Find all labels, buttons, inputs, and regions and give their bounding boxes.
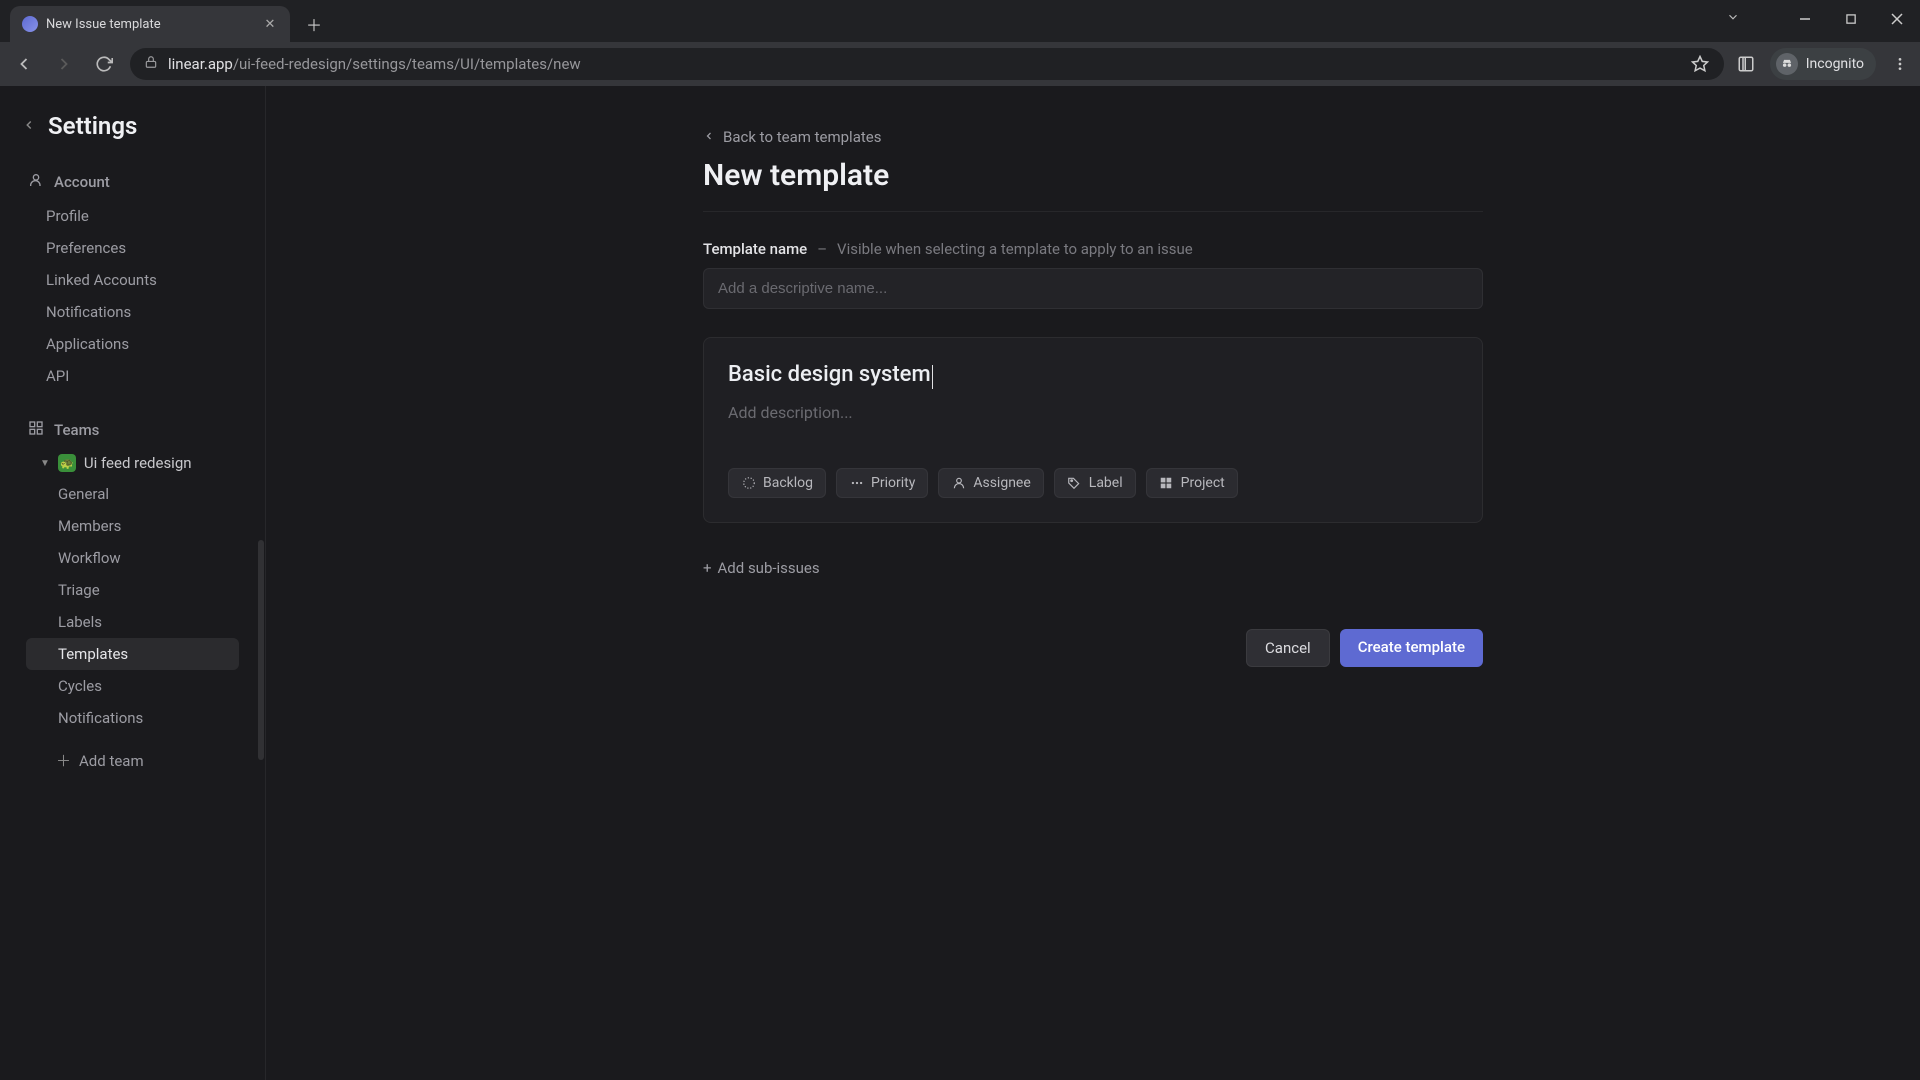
description-input[interactable]: Add description...: [728, 403, 1458, 422]
property-row: Backlog Priority Assignee Label: [728, 468, 1458, 498]
reload-button[interactable]: [90, 50, 118, 78]
extensions-icon[interactable]: [1736, 54, 1756, 74]
team-sub-general[interactable]: General: [14, 478, 251, 510]
team-sub-workflow[interactable]: Workflow: [14, 542, 251, 574]
browser-tab[interactable]: New Issue template ✕: [10, 6, 290, 42]
team-sub-triage[interactable]: Triage: [14, 574, 251, 606]
teams-icon: [28, 420, 44, 440]
editor-card: Basic design system Add description... B…: [703, 337, 1483, 523]
bookmark-icon[interactable]: [1690, 54, 1710, 74]
plus-icon: +: [703, 559, 712, 577]
issue-title-value: Basic design system: [728, 362, 931, 387]
maximize-icon[interactable]: [1828, 0, 1874, 38]
account-label: Account: [54, 173, 110, 191]
team-name: Ui feed redesign: [84, 454, 192, 472]
template-name-hint: Visible when selecting a template to app…: [837, 240, 1193, 258]
nav-item-applications[interactable]: Applications: [14, 328, 251, 360]
app: Settings Account Profile Preferences Lin…: [0, 86, 1920, 1080]
priority-icon: [849, 476, 864, 491]
plus-icon: ＋: [56, 750, 71, 771]
nav-item-linked-accounts[interactable]: Linked Accounts: [14, 264, 251, 296]
assignee-label: Assignee: [973, 475, 1030, 491]
text-cursor: [932, 365, 933, 389]
priority-label: Priority: [871, 475, 915, 491]
label-button[interactable]: Label: [1054, 468, 1136, 498]
nav-item-profile[interactable]: Profile: [14, 200, 251, 232]
status-label: Backlog: [763, 475, 813, 491]
status-button[interactable]: Backlog: [728, 468, 826, 498]
tabs-dropdown-icon[interactable]: [1726, 10, 1740, 28]
incognito-icon: [1776, 53, 1798, 75]
lock-icon: [144, 55, 158, 73]
close-window-icon[interactable]: [1874, 0, 1920, 38]
browser-menu-icon[interactable]: [1890, 54, 1910, 74]
add-team-label: Add team: [79, 752, 144, 770]
label-label: Label: [1089, 475, 1123, 491]
dash: –: [817, 240, 827, 258]
main-content: Back to team templates New template Temp…: [266, 86, 1920, 1080]
caret-down-icon: ▼: [40, 458, 50, 469]
nav-item-api[interactable]: API: [14, 360, 251, 392]
linear-favicon-icon: [22, 16, 38, 32]
issue-title-input[interactable]: Basic design system: [728, 362, 1458, 389]
project-label: Project: [1181, 475, 1225, 491]
window-controls: [1782, 0, 1920, 38]
back-button[interactable]: [10, 50, 38, 78]
back-chevron-icon: [22, 117, 36, 136]
settings-title: Settings: [48, 112, 137, 140]
assignee-button[interactable]: Assignee: [938, 468, 1043, 498]
teams-label: Teams: [54, 421, 99, 439]
team-sub-members[interactable]: Members: [14, 510, 251, 542]
tab-strip: New Issue template ✕ ＋: [0, 0, 1920, 42]
incognito-badge[interactable]: Incognito: [1770, 48, 1876, 80]
url-box[interactable]: linear.app/ui-feed-redesign/settings/tea…: [130, 48, 1724, 80]
minimize-icon[interactable]: [1782, 0, 1828, 38]
forward-button[interactable]: [50, 50, 78, 78]
add-team-button[interactable]: ＋ Add team: [14, 740, 251, 781]
tab-title: New Issue template: [46, 17, 254, 32]
action-row: Cancel Create template: [703, 629, 1483, 667]
close-tab-icon[interactable]: ✕: [262, 16, 278, 32]
label-icon: [1067, 476, 1082, 491]
team-row[interactable]: ▼ 🐢 Ui feed redesign: [14, 448, 251, 478]
template-name-input[interactable]: [703, 268, 1483, 309]
nav-item-notifications[interactable]: Notifications: [14, 296, 251, 328]
template-name-label: Template name: [703, 240, 807, 258]
url-path: /ui-feed-redesign/settings/teams/UI/temp…: [233, 55, 581, 73]
team-sub-notifications[interactable]: Notifications: [14, 702, 251, 734]
backlog-icon: [741, 476, 756, 491]
address-bar: linear.app/ui-feed-redesign/settings/tea…: [0, 42, 1920, 86]
settings-header[interactable]: Settings: [0, 98, 265, 164]
page-title: New template: [703, 158, 1483, 212]
team-avatar-icon: 🐢: [58, 454, 76, 472]
cancel-button[interactable]: Cancel: [1246, 629, 1330, 667]
incognito-label: Incognito: [1806, 56, 1864, 72]
back-to-templates-link[interactable]: Back to team templates: [703, 128, 1483, 146]
add-sub-label: Add sub-issues: [718, 559, 820, 577]
assignee-icon: [951, 476, 966, 491]
create-template-button[interactable]: Create template: [1340, 629, 1483, 667]
sidebar: Settings Account Profile Preferences Lin…: [0, 86, 266, 1080]
browser-chrome: New Issue template ✕ ＋ linear.app/ui-fee…: [0, 0, 1920, 86]
nav-heading-account: Account: [14, 164, 251, 200]
url-domain: linear.app: [168, 55, 233, 73]
project-icon: [1159, 476, 1174, 491]
nav-item-preferences[interactable]: Preferences: [14, 232, 251, 264]
new-tab-button[interactable]: ＋: [298, 8, 330, 40]
chevron-left-icon: [703, 128, 715, 146]
project-button[interactable]: Project: [1146, 468, 1238, 498]
team-sub-cycles[interactable]: Cycles: [14, 670, 251, 702]
team-sub-templates[interactable]: Templates: [26, 638, 239, 670]
nav-heading-teams: Teams: [14, 412, 251, 448]
team-sub-labels[interactable]: Labels: [14, 606, 251, 638]
add-sub-issues-button[interactable]: + Add sub-issues: [703, 559, 1483, 577]
priority-button[interactable]: Priority: [836, 468, 928, 498]
back-link-label: Back to team templates: [723, 128, 881, 146]
account-icon: [28, 172, 44, 192]
sidebar-scrollbar[interactable]: [258, 540, 264, 760]
